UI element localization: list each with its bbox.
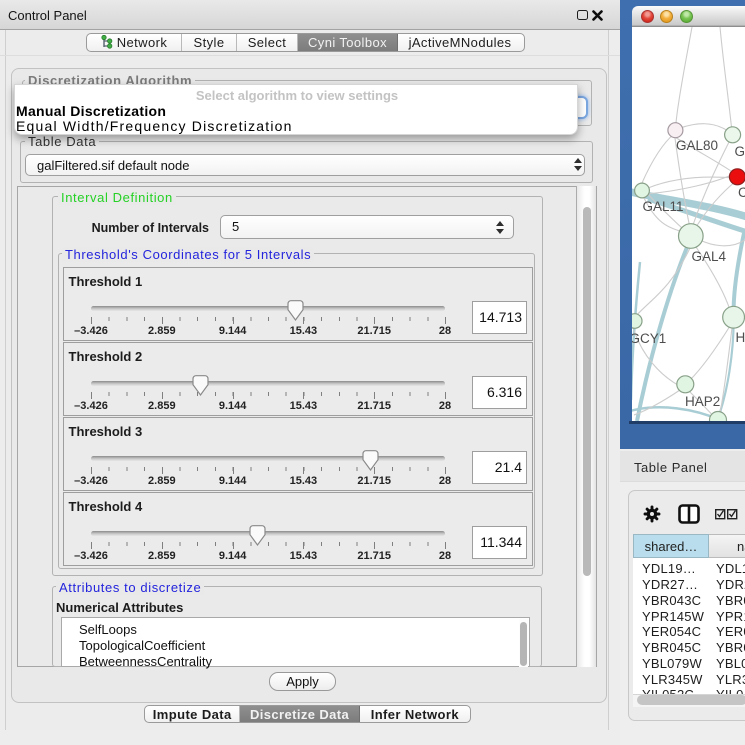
svg-text:GAL80: GAL80 [676, 138, 718, 153]
svg-text:HAP2: HAP2 [685, 394, 720, 409]
svg-text:GCY1: GCY1 [632, 331, 666, 346]
svg-text:GA: GA [735, 144, 745, 159]
svg-text:C: C [738, 185, 745, 200]
svg-text:H: H [736, 330, 745, 345]
svg-text:GAL4: GAL4 [692, 249, 727, 264]
svg-text:GAL11: GAL11 [643, 199, 684, 214]
